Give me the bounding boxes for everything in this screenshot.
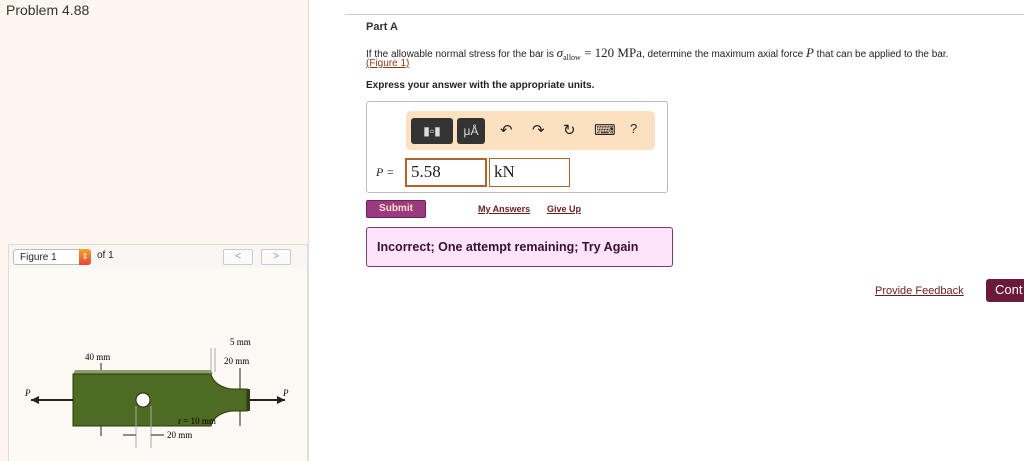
next-figure-button[interactable]: > [261,249,291,265]
load-label-right: P [282,388,289,398]
give-up-link[interactable]: Give Up [547,204,581,214]
keyboard-icon[interactable]: ⌨ [594,121,616,139]
problem-title: Problem 4.88 [6,2,90,18]
figure-select-value: Figure 1 [20,252,57,263]
radius-label: r = 10 mm [178,416,216,426]
units-button[interactable]: μÅ [457,118,485,144]
answer-label: P = [376,165,395,179]
templates-button[interactable]: ▮▫▮ [411,118,453,144]
load-label-left: P [24,388,31,398]
provide-feedback-link[interactable]: Provide Feedback [875,285,964,297]
width-40-label: 40 mm [85,352,110,362]
undo-icon[interactable]: ↶ [500,121,513,139]
figure-header: Figure 1 ⇕ of 1 < > [8,244,308,269]
help-icon[interactable]: ? [630,121,637,136]
my-answers-link[interactable]: My Answers [478,204,530,214]
figure-image: P P 40 mm 5 mm 20 mm r = 10 mm 20 mm [8,268,308,461]
feedback-message: Incorrect; One attempt remaining; Try Ag… [366,227,673,267]
divider [345,14,1024,15]
math-toolbar: ▮▫▮ μÅ ↶ ↷ ↻ ⌨ ? [406,111,655,150]
select-spinner-icon: ⇕ [79,249,91,265]
answer-value-input[interactable]: 5.58 [405,158,487,187]
answer-box: ▮▫▮ μÅ ↶ ↷ ↻ ⌨ ? P = 5.58 kN [366,101,668,193]
answer-unit-input[interactable]: kN [489,158,570,187]
continue-button[interactable]: Cont [986,279,1024,302]
figure-select[interactable]: Figure 1 ⇕ [13,249,91,265]
redo-icon[interactable]: ↷ [532,121,545,139]
problem-panel: Problem 4.88 Figure 1 ⇕ of 1 < > P P 40 m… [0,0,309,461]
question-text: If the allowable normal stress for the b… [366,45,949,62]
reset-icon[interactable]: ↻ [563,121,576,139]
prev-figure-button[interactable]: < [223,249,253,265]
width-20-label: 20 mm [224,356,249,366]
figure-link[interactable]: (Figure 1) [366,58,409,69]
submit-button[interactable]: Submit [366,200,426,218]
hole-diameter-label: 20 mm [167,430,192,440]
fillet-gap-label: 5 mm [230,337,251,347]
figure-count: of 1 [97,250,114,261]
instructions: Express your answer with the appropriate… [366,80,595,91]
part-label: Part A [366,21,398,33]
